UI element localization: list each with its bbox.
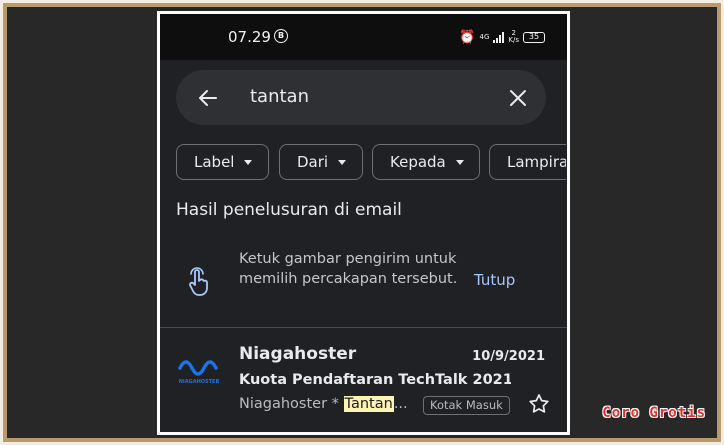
email-sender: Niagahoster bbox=[239, 344, 357, 364]
filter-chips: Label Dari Kepada Lampiran bbox=[176, 144, 566, 182]
tip-text: Ketuk gambar pengirim untuk memilih perc… bbox=[239, 251, 458, 287]
status-time: 07.29 bbox=[228, 28, 271, 46]
sender-avatar[interactable]: NIAGAHOSTER bbox=[176, 354, 222, 386]
filter-chip-attachment[interactable]: Lampiran bbox=[489, 144, 566, 180]
arrow-left-icon[interactable] bbox=[196, 86, 220, 110]
network-type-icon: 4G bbox=[479, 32, 490, 41]
filter-chip-label[interactable]: Label bbox=[176, 144, 269, 180]
email-list-item[interactable]: NIAGAHOSTER Niagahoster 10/9/2021 Kuota … bbox=[160, 340, 567, 432]
sender-logo-text: NIAGAHOSTER bbox=[179, 379, 220, 385]
filter-chip-to-text: Kepada bbox=[390, 153, 446, 171]
chevron-down-icon bbox=[455, 160, 464, 165]
filter-chip-to[interactable]: Kepada bbox=[372, 144, 480, 180]
phone-screen: 07.29 B ⏰ 4G 2 K/s 35 tantan Label Dari … bbox=[157, 11, 570, 435]
chevron-down-icon bbox=[338, 160, 347, 165]
chevron-down-icon bbox=[244, 160, 253, 165]
network-speed: 2 K/s bbox=[508, 30, 519, 44]
star-icon[interactable] bbox=[527, 392, 551, 416]
watermark: Coro Grotis bbox=[602, 405, 706, 421]
signal-icon bbox=[493, 31, 505, 43]
alarm-clock-icon: ⏰ bbox=[459, 29, 476, 45]
filter-chip-from-text: Dari bbox=[297, 153, 329, 171]
search-bar[interactable]: tantan bbox=[176, 70, 546, 125]
filter-chip-attachment-text: Lampiran bbox=[507, 153, 566, 171]
tap-hand-icon bbox=[189, 267, 208, 296]
email-label-badge: Kotak Masuk bbox=[423, 396, 510, 415]
b-badge-icon: B bbox=[274, 29, 288, 43]
filter-chip-label-text: Label bbox=[194, 153, 235, 171]
email-snippet: Niagahoster * Tantan... bbox=[239, 396, 408, 412]
divider bbox=[160, 327, 567, 328]
network-speed-unit: K/s bbox=[508, 36, 519, 44]
tip-dismiss-button[interactable]: Tutup bbox=[474, 271, 515, 289]
tip-banner: Ketuk gambar pengirim untuk memilih perc… bbox=[160, 244, 567, 324]
email-date: 10/9/2021 bbox=[472, 349, 545, 364]
background-left bbox=[7, 7, 157, 438]
section-title: Hasil penelusuran di email bbox=[176, 200, 402, 220]
snippet-match: Tantan bbox=[343, 396, 394, 412]
status-indicators: ⏰ 4G 2 K/s 35 bbox=[459, 28, 545, 46]
email-subject: Kuota Pendaftaran TechTalk 2021... bbox=[239, 372, 511, 388]
background-right bbox=[567, 7, 717, 438]
close-icon[interactable] bbox=[506, 86, 530, 110]
status-bar: 07.29 B ⏰ 4G 2 K/s 35 bbox=[160, 14, 567, 60]
snippet-prefix: Niagahoster * bbox=[239, 396, 344, 412]
battery-icon: 35 bbox=[523, 31, 545, 43]
search-input[interactable]: tantan bbox=[250, 86, 309, 107]
filter-chip-from[interactable]: Dari bbox=[279, 144, 363, 180]
snippet-suffix: ... bbox=[393, 396, 408, 412]
